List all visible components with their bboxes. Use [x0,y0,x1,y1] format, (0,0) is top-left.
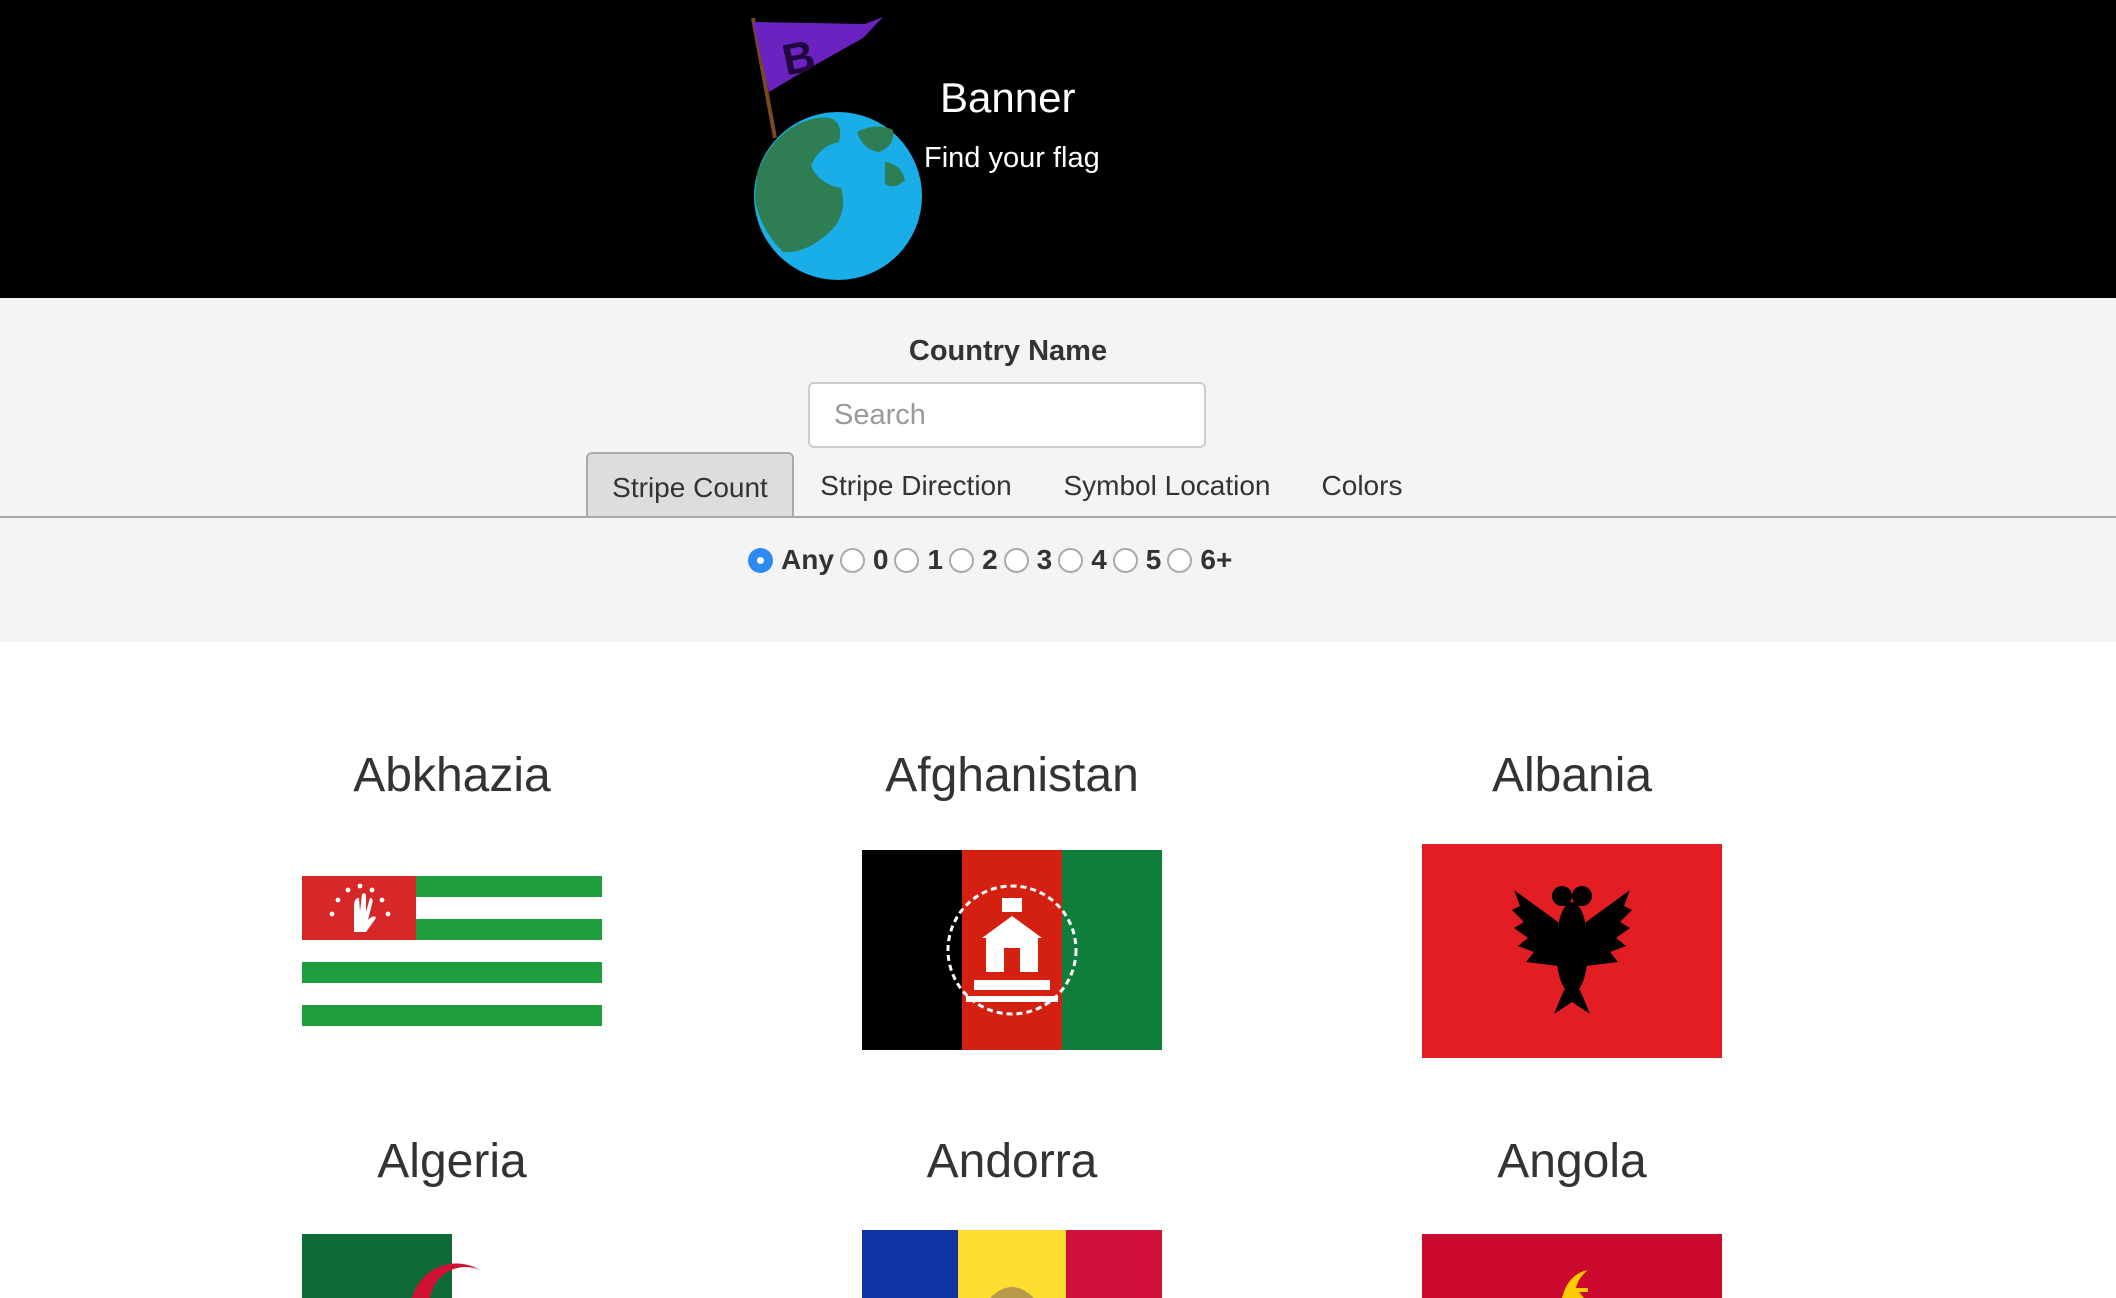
option-0[interactable]: 0 [839,544,888,576]
tab-stripe-direction[interactable]: Stripe Direction [800,452,1032,516]
option-any[interactable]: Any [748,544,834,576]
flag-abkhazia[interactable] [302,876,602,1026]
flag-afghanistan[interactable] [862,850,1162,1050]
brand-tagline: Find your flag [924,142,1100,174]
option-5[interactable]: 5 [1112,544,1161,576]
tab-colors[interactable]: Colors [1310,452,1414,516]
flag-algeria[interactable] [302,1234,602,1298]
country-name-label: Country Name [908,335,1108,367]
radio-2[interactable] [949,547,975,573]
radio-any[interactable] [748,547,773,573]
tab-divider [0,516,2116,518]
site-header: B Banner Find your flag [0,0,2116,298]
flag-andorra[interactable] [862,1230,1162,1298]
radio-4[interactable] [1058,547,1084,573]
country-name[interactable]: Algeria [202,1134,702,1189]
country-name[interactable]: Angola [1322,1134,1822,1189]
country-name[interactable]: Andorra [762,1134,1262,1189]
banner-logo[interactable]: B [745,14,940,284]
brand-title: Banner [940,74,1076,121]
country-name[interactable]: Afghanistan [762,748,1262,803]
radio-5[interactable] [1112,547,1138,573]
radio-6-plus[interactable] [1167,547,1193,573]
country-name[interactable]: Abkhazia [202,748,702,803]
country-name[interactable]: Albania [1322,748,1822,803]
flag-angola[interactable] [1422,1234,1722,1298]
option-2[interactable]: 2 [949,544,998,576]
radio-3[interactable] [1003,547,1029,573]
tab-symbol-location[interactable]: Symbol Location [1046,452,1288,516]
option-3[interactable]: 3 [1003,544,1052,576]
radio-1[interactable] [894,547,920,573]
option-4[interactable]: 4 [1058,544,1107,576]
option-1[interactable]: 1 [894,544,943,576]
radio-0[interactable] [839,547,865,573]
flag-albania[interactable] [1422,844,1722,1058]
stripe-count-options: Any 0 1 2 3 4 5 6+ [748,540,1238,580]
tab-stripe-count[interactable]: Stripe Count [586,452,794,516]
option-6-plus[interactable]: 6+ [1167,544,1232,576]
search-input[interactable] [808,382,1206,448]
